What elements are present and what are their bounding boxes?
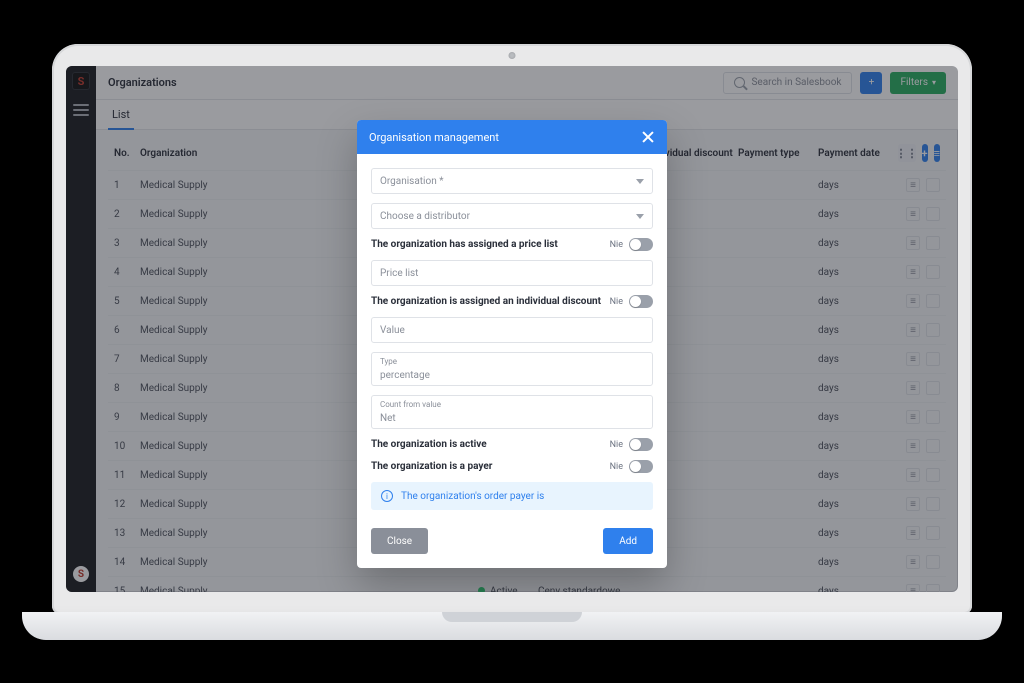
close-icon[interactable] (641, 130, 655, 144)
add-button-modal[interactable]: Add (603, 528, 653, 554)
active-toggle-label: The organization is active (371, 439, 487, 450)
price-list-toggle-label: The organization has assigned a price li… (371, 239, 558, 250)
chevron-down-icon (636, 214, 644, 219)
camera-dot (509, 52, 516, 59)
info-text: The organization's order payer is (401, 491, 544, 502)
laptop-frame: S S Organizations Search in Salesbook (52, 44, 972, 614)
discount-type-select[interactable]: Type percentage (371, 352, 653, 386)
value-placeholder: Value (380, 325, 405, 336)
toggle-off-text: Nie (610, 240, 623, 250)
organisation-select[interactable]: Organisation * (371, 168, 653, 194)
close-button[interactable]: Close (371, 528, 428, 554)
price-list-placeholder: Price list (380, 268, 418, 279)
price-list-toggle[interactable] (629, 238, 653, 251)
chevron-down-icon (636, 179, 644, 184)
distributor-placeholder: Choose a distributor (380, 211, 470, 222)
count-from-label: Count from value (380, 400, 441, 409)
discount-toggle[interactable] (629, 295, 653, 308)
payer-toggle-label: The organization is a payer (371, 461, 492, 472)
count-from-select[interactable]: Count from value Net (371, 395, 653, 429)
payer-toggle[interactable] (629, 460, 653, 473)
toggle-off-text: Nie (610, 462, 623, 472)
discount-toggle-label: The organization is assigned an individu… (371, 296, 601, 307)
info-banner: i The organization's order payer is (371, 482, 653, 510)
modal-organisation-management: Organisation management Organisation * C… (357, 120, 667, 568)
toggle-off-text: Nie (610, 440, 623, 450)
type-value: percentage (380, 370, 430, 381)
info-icon: i (381, 490, 393, 502)
modal-title: Organisation management (369, 131, 499, 144)
type-label: Type (380, 357, 397, 366)
distributor-select[interactable]: Choose a distributor (371, 203, 653, 229)
toggle-off-text: Nie (610, 297, 623, 307)
price-list-input[interactable]: Price list (371, 260, 653, 286)
count-from-value: Net (380, 413, 396, 424)
discount-value-input[interactable]: Value (371, 317, 653, 343)
organisation-placeholder: Organisation * (380, 176, 444, 187)
active-toggle[interactable] (629, 438, 653, 451)
screen: S S Organizations Search in Salesbook (66, 66, 958, 592)
laptop-base (22, 612, 1002, 640)
